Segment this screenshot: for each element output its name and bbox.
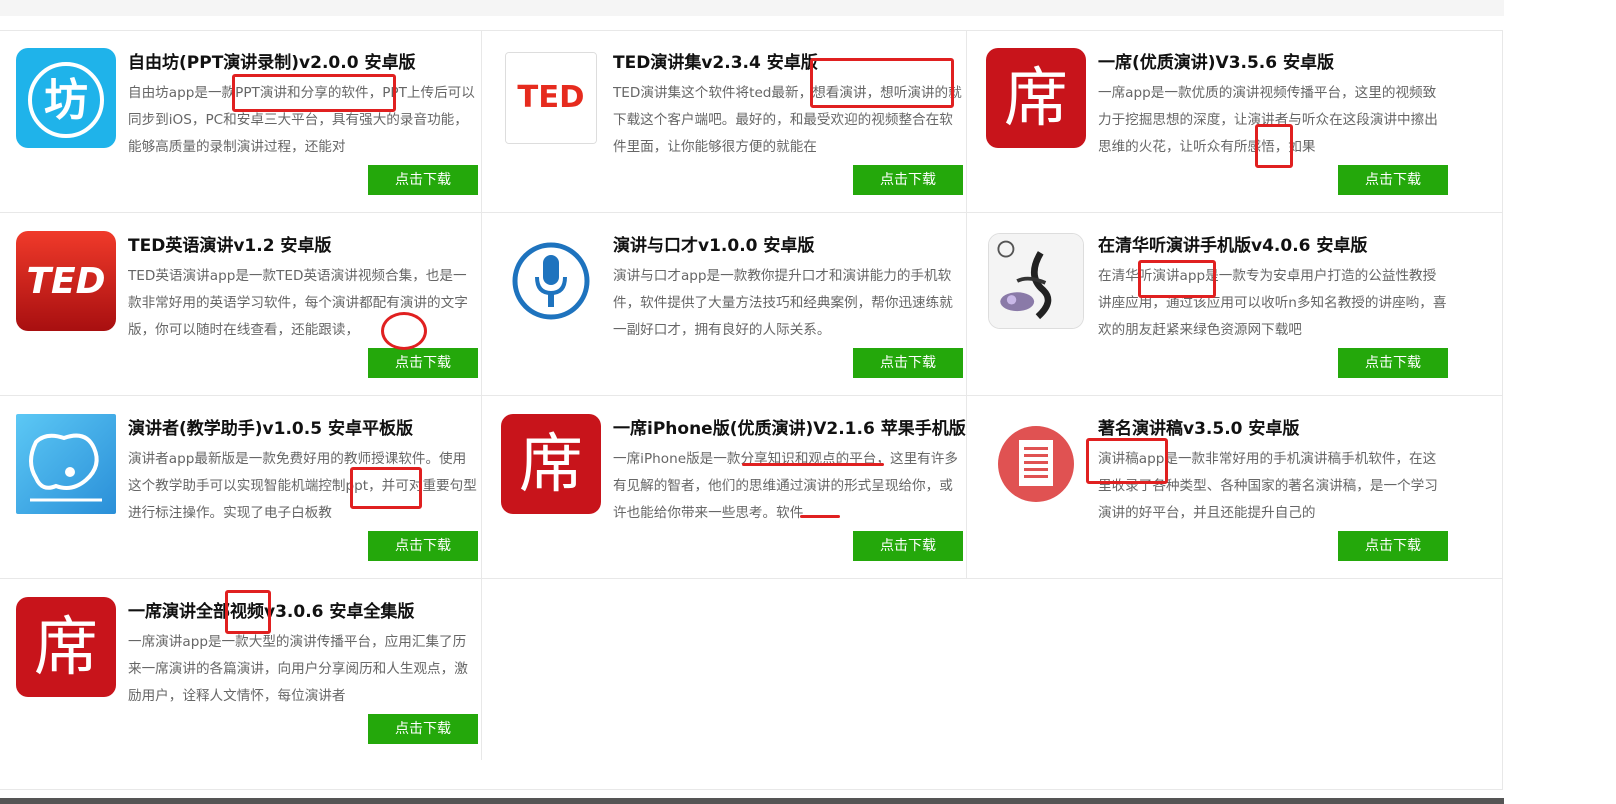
app-title[interactable]: 自由坊(PPT演讲录制)v2.0.0 安卓版 (128, 48, 478, 73)
app-title[interactable]: 演讲与口才v1.0.0 安卓版 (613, 231, 963, 256)
ted-english-icon[interactable]: TED (16, 231, 116, 331)
download-button[interactable]: 点击下载 (368, 531, 478, 561)
app-card-tsinghua: 在清华听演讲手机版v4.0.6 安卓版 在清华听演讲app是一款专为安卓用户打造… (970, 213, 1454, 396)
app-description: 一席演讲app是一款大型的演讲传播平台，应用汇集了历来一席演讲的各篇演讲，向用户… (128, 634, 468, 704)
download-button[interactable]: 点击下载 (368, 165, 478, 195)
app-card-famous-speeches: 著名演讲稿v3.5.0 安卓版 演讲稿app是一款非常好用的手机演讲稿手机软件，… (970, 396, 1454, 579)
ted-icon[interactable]: TED (505, 52, 597, 144)
annotation-underline (742, 463, 884, 466)
yixi-icon[interactable]: 席 (501, 414, 601, 514)
app-title[interactable]: 在清华听演讲手机版v4.0.6 安卓版 (1098, 231, 1448, 256)
download-button[interactable]: 点击下载 (1338, 165, 1448, 195)
svg-text:席: 席 (519, 428, 583, 502)
app-card-ziyoufang: 坊 自由坊(PPT演讲录制)v2.0.0 安卓版 自由坊app是一款PPT演讲和… (0, 30, 484, 213)
annotation-underline (800, 515, 840, 518)
download-button[interactable]: 点击下载 (368, 348, 478, 378)
annotation-box (1138, 260, 1216, 298)
app-title[interactable]: TED英语演讲v1.2 安卓版 (128, 231, 478, 256)
app-title[interactable]: 演讲者(教学助手)v1.0.5 安卓平板版 (128, 414, 478, 439)
app-card-yixi: 席 一席(优质演讲)V3.5.6 安卓版 一席app是一款优质的演讲视频传播平台… (970, 30, 1454, 213)
speaker-bubble-icon[interactable] (16, 414, 116, 514)
svg-text:坊: 坊 (44, 75, 88, 126)
app-card-ted-english: TED TED英语演讲v1.2 安卓版 TED英语演讲app是一款TED英语演讲… (0, 213, 484, 396)
annotation-box (810, 58, 954, 108)
top-strip (0, 0, 1504, 16)
app-title[interactable]: 一席演讲全部视频v3.0.6 安卓全集版 (128, 597, 478, 622)
yixi-icon[interactable]: 席 (16, 597, 116, 697)
download-button[interactable]: 点击下载 (1338, 348, 1448, 378)
download-button[interactable]: 点击下载 (853, 165, 963, 195)
app-card-yixi-iphone: 席 一席iPhone版(优质演讲)V2.1.6 苹果手机版 一席iPhone版是… (485, 396, 969, 579)
download-button[interactable]: 点击下载 (853, 531, 963, 561)
svg-text:TED: TED (26, 261, 105, 302)
svg-text:席: 席 (1004, 62, 1068, 136)
app-description: 演讲与口才app是一款教你提升口才和演讲能力的手机软件，软件提供了大量方法技巧和… (613, 268, 953, 338)
app-title[interactable]: 一席iPhone版(优质演讲)V2.1.6 苹果手机版 (613, 414, 966, 439)
app-description: 演讲者app最新版是一款免费好用的教师授课软件。使用这个教学助手可以实现智能机端… (128, 451, 477, 521)
app-card-speech-eloquence: 演讲与口才v1.0.0 安卓版 演讲与口才app是一款教你提升口才和演讲能力的手… (485, 213, 969, 396)
svg-text:席: 席 (34, 611, 98, 685)
document-icon[interactable] (986, 414, 1086, 514)
microphone-icon[interactable] (501, 231, 601, 331)
download-button[interactable]: 点击下载 (1338, 531, 1448, 561)
download-button[interactable]: 点击下载 (368, 714, 478, 744)
bottom-border (0, 798, 1504, 804)
svg-text:TED: TED (517, 80, 584, 115)
annotation-box (225, 590, 271, 634)
app-description: 一席iPhone版是一款分享知识和观点的平台，这里有许多有见解的智者，他们的思维… (613, 451, 958, 521)
tsinghua-icon[interactable] (988, 233, 1084, 329)
annotation-circle (381, 312, 427, 350)
annotation-box (1255, 124, 1293, 168)
annotation-box (1086, 438, 1168, 484)
annotation-box (350, 467, 422, 509)
app-title[interactable]: 著名演讲稿v3.5.0 安卓版 (1098, 414, 1448, 439)
app-title[interactable]: 一席(优质演讲)V3.5.6 安卓版 (1098, 48, 1448, 73)
yixi-icon[interactable]: 席 (986, 48, 1086, 148)
annotation-box (232, 74, 396, 112)
download-button[interactable]: 点击下载 (853, 348, 963, 378)
ziyoufang-icon[interactable]: 坊 (16, 48, 116, 148)
